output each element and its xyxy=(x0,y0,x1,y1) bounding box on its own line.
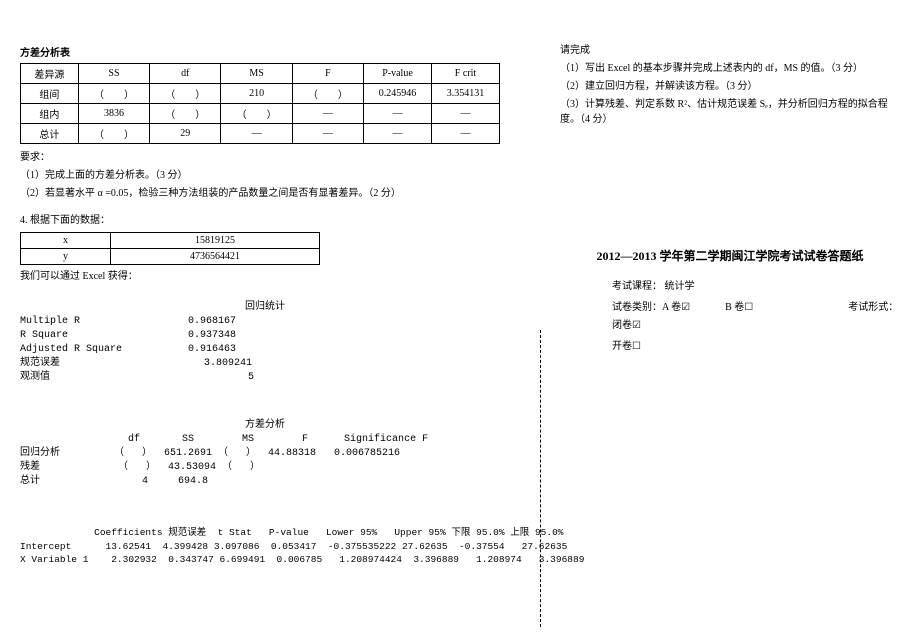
anova-cell: — xyxy=(292,124,363,144)
reg-stats-header: 回归统计 xyxy=(20,301,510,315)
anova-cell: 3.354131 xyxy=(431,84,499,104)
anova-cell: — xyxy=(292,104,363,124)
anova-cell: — xyxy=(431,124,499,144)
task-1: （1）写出 Excel 的基本步骤并完成上述表内的 df，MS 的值。（3 分） xyxy=(560,61,900,76)
open-line: 开卷☐ xyxy=(612,338,900,356)
type-a: 试卷类别：A 卷☑ xyxy=(612,302,690,313)
anova-cell: — xyxy=(364,124,432,144)
anova-cell: （ ） xyxy=(150,104,221,124)
type-line: 试卷类别：A 卷☑ B 卷☐ 考试形式：闭卷☑ xyxy=(612,299,900,335)
left-column: 方差分析表 差异源 SS df MS F P-value F crit 组间 （… xyxy=(20,40,530,627)
task-3: （3）计算残差、判定系数 R²、估计规范误差 Sₑ，并分析回归方程的拟合程度。（… xyxy=(560,97,900,127)
requirement-1: （1）完成上面的方差分析表。（3 分） xyxy=(20,168,510,183)
anova-cell: 0.245946 xyxy=(364,84,432,104)
anova-h: F xyxy=(292,64,363,84)
anova-cell: — xyxy=(221,124,292,144)
anova-cell: （ ） xyxy=(292,84,363,104)
xy-cell: y xyxy=(21,249,111,265)
right-column: 请完成 （1）写出 Excel 的基本步骤并完成上述表内的 df，MS 的值。（… xyxy=(530,40,900,627)
page-title: 2012—2013 学年第二学期闽江学院考试试卷答题纸 xyxy=(560,247,900,264)
type-b: B 卷☐ xyxy=(725,302,753,313)
xy-row: x 15819125 xyxy=(21,233,320,249)
anova-table: 差异源 SS df MS F P-value F crit 组间 （ ） （ ）… xyxy=(20,63,500,144)
anova-cell: 组间 xyxy=(21,84,79,104)
coef-row: X Variable 1 2.302932 0.343747 6.699491 … xyxy=(20,554,584,565)
course-line: 考试课程： 统计学 xyxy=(612,278,900,296)
anova2-header: 方差分析 xyxy=(20,419,510,433)
anova-cell: 210 xyxy=(221,84,292,104)
anova-h: 差异源 xyxy=(21,64,79,84)
xy-cell: 15819125 xyxy=(111,233,320,249)
anova-row: 总计 （ ） 29 — — — — xyxy=(21,124,500,144)
q4-label: 4. 根据下面的数据： xyxy=(20,213,510,228)
anova-title: 方差分析表 xyxy=(20,44,510,59)
anova-cell: 29 xyxy=(150,124,221,144)
anova-cell: 总计 xyxy=(21,124,79,144)
xy-table: x 15819125 y 4736564421 xyxy=(20,232,320,265)
anova-cell: 3836 xyxy=(78,104,149,124)
anova2-cols: df SS MS F Significance F xyxy=(20,434,428,445)
anova-h: F crit xyxy=(431,64,499,84)
vertical-divider xyxy=(540,330,541,627)
reg-stat-row: 观测值 5 xyxy=(20,372,254,383)
requirements-label: 要求： xyxy=(20,150,510,165)
task-2: （2）建立回归方程，并解读该方程。（3 分） xyxy=(560,79,900,94)
coef-row: Intercept 13.62541 4.399428 3.097086 0.0… xyxy=(20,541,567,552)
anova-header-row: 差异源 SS df MS F P-value F crit xyxy=(21,64,500,84)
task-label: 请完成 xyxy=(560,43,900,58)
anova-h: df xyxy=(150,64,221,84)
anova-cell: （ ） xyxy=(78,84,149,104)
reg-stat-row: Adjusted R Square 0.916463 xyxy=(20,344,236,355)
reg-stat-row: Multiple R 0.968167 xyxy=(20,316,236,327)
xy-cell: x xyxy=(21,233,111,249)
reg-stat-row: 规范误差 3.809241 xyxy=(20,358,252,369)
anova-cell: （ ） xyxy=(150,84,221,104)
anova-h: P-value xyxy=(364,64,432,84)
anova-h: MS xyxy=(221,64,292,84)
anova-cell: 组内 xyxy=(21,104,79,124)
anova2-row: 回归分析 （ ） 651.2691 （ ） 44.88318 0.0067852… xyxy=(20,448,400,459)
anova-row: 组内 3836 （ ） （ ） — — — xyxy=(21,104,500,124)
anova2-row: 残差 （ ） 43.53094 （ ） xyxy=(20,462,260,473)
anova-h: SS xyxy=(78,64,149,84)
anova-row: 组间 （ ） （ ） 210 （ ） 0.245946 3.354131 xyxy=(21,84,500,104)
coef-header: Coefficients 规范误差 t Stat P-value Lower 9… xyxy=(20,527,563,538)
reg-stat-row: R Square 0.937348 xyxy=(20,330,236,341)
requirement-2: （2）若显著水平 α =0.05，检验三种方法组装的产品数量之间是否有显著差异。… xyxy=(20,186,510,201)
anova-cell: （ ） xyxy=(78,124,149,144)
anova-cell: — xyxy=(431,104,499,124)
anova-cell: （ ） xyxy=(221,104,292,124)
xy-row: y 4736564421 xyxy=(21,249,320,265)
anova-cell: — xyxy=(364,104,432,124)
xy-cell: 4736564421 xyxy=(111,249,320,265)
excel-note: 我们可以通过 Excel 获得： xyxy=(20,269,510,284)
anova2-row: 总计 4 694.8 xyxy=(20,476,208,487)
